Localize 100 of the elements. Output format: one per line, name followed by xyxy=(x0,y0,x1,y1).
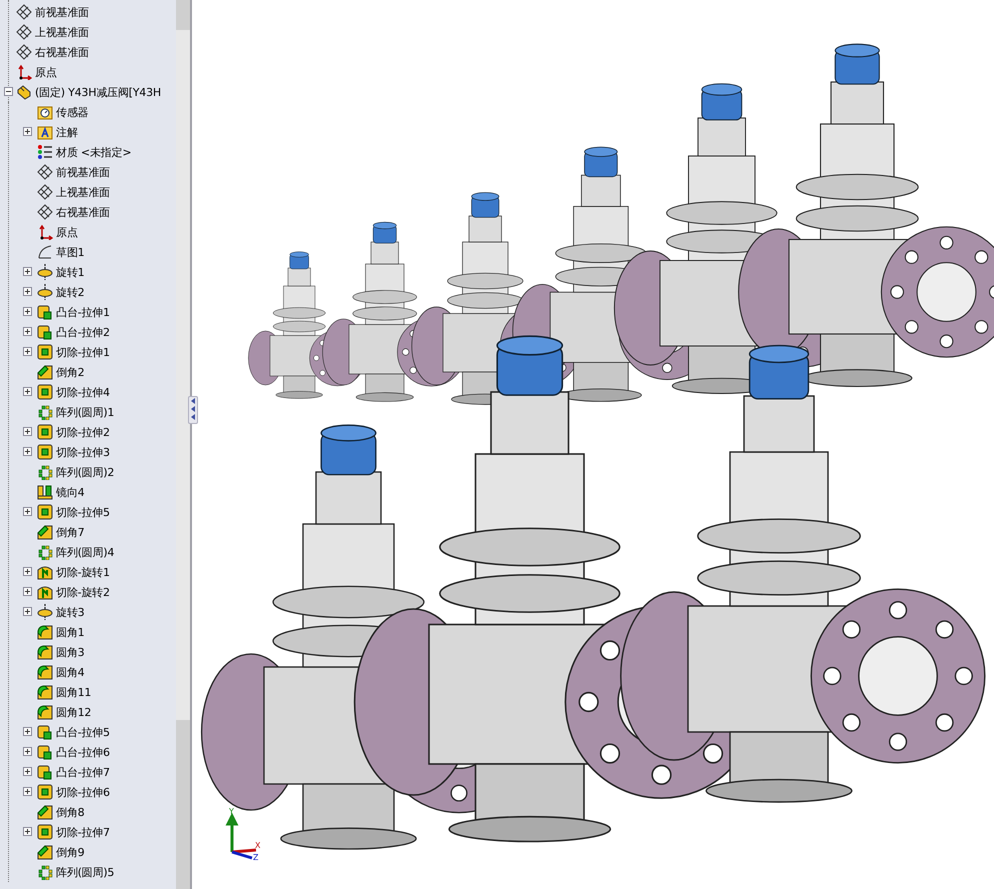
cut-extrude-icon xyxy=(37,504,53,520)
part-icon xyxy=(16,84,32,100)
boss-extrude-icon xyxy=(37,764,53,780)
cut-revolve-icon xyxy=(37,584,53,600)
tree-item-label[interactable]: 凸台-拉伸7 xyxy=(56,764,110,780)
tree-item-label[interactable]: 倒角8 xyxy=(56,804,84,820)
expand-toggle[interactable] xyxy=(23,747,32,756)
plane-icon xyxy=(16,4,32,20)
sketch-icon xyxy=(37,244,53,260)
expand-toggle[interactable] xyxy=(23,587,32,596)
expand-toggle[interactable] xyxy=(23,787,32,796)
plane-icon xyxy=(37,164,53,180)
material-icon xyxy=(37,144,53,160)
tree-item-label[interactable]: 凸台-拉伸2 xyxy=(56,324,110,340)
expand-toggle[interactable] xyxy=(23,287,32,296)
expand-toggle[interactable] xyxy=(23,347,32,356)
tree-item-label[interactable]: 阵列(圆周)4 xyxy=(56,544,114,560)
collapse-toggle[interactable] xyxy=(4,87,13,96)
tree-item-label[interactable]: 凸台-拉伸1 xyxy=(56,304,110,320)
expand-toggle[interactable] xyxy=(23,447,32,456)
plane-icon xyxy=(37,184,53,200)
tree-item-label[interactable]: 右视基准面 xyxy=(56,204,110,220)
tree-item-label[interactable]: 旋转3 xyxy=(56,604,84,620)
sensor-folder-icon xyxy=(37,104,53,120)
cut-extrude-icon xyxy=(37,444,53,460)
tree-item-label[interactable]: 切除-旋转2 xyxy=(56,584,110,600)
mirror-icon xyxy=(37,484,53,500)
tree-item-label[interactable]: 原点 xyxy=(56,224,78,240)
tree-item-label[interactable]: 镜向4 xyxy=(56,484,84,500)
expand-toggle[interactable] xyxy=(23,767,32,776)
revolve-icon xyxy=(37,284,53,300)
boss-extrude-icon xyxy=(37,744,53,760)
tree-item-label[interactable]: 圆角4 xyxy=(56,664,84,680)
tree-item-label[interactable]: 前视基准面 xyxy=(35,4,90,20)
panel-collapse-handle[interactable] xyxy=(188,396,198,424)
tree-item-label[interactable]: 圆角3 xyxy=(56,644,84,660)
cut-extrude-icon xyxy=(37,424,53,440)
origin-icon xyxy=(37,224,53,240)
tree-item-label[interactable]: 凸台-拉伸5 xyxy=(56,724,110,740)
tree-item-label[interactable]: 注解 xyxy=(56,124,78,140)
expand-toggle[interactable] xyxy=(23,507,32,516)
expand-toggle[interactable] xyxy=(23,567,32,576)
scrollbar[interactable] xyxy=(176,0,190,889)
tree-item-label[interactable]: 上视基准面 xyxy=(56,184,110,200)
tree-item-label[interactable]: 前视基准面 xyxy=(56,164,110,180)
tree-item-label[interactable]: 凸台-拉伸6 xyxy=(56,744,110,760)
plane-icon xyxy=(16,44,32,60)
tree-item-label[interactable]: 切除-拉伸3 xyxy=(56,444,110,460)
expand-toggle[interactable] xyxy=(23,427,32,436)
plane-icon xyxy=(37,204,53,220)
expand-toggle[interactable] xyxy=(23,307,32,316)
tree-item-label[interactable]: 材质 <未指定> xyxy=(56,144,132,160)
tree-item-label[interactable]: 切除-拉伸2 xyxy=(56,424,110,440)
plane-icon xyxy=(16,24,32,40)
circular-pattern-icon xyxy=(37,404,53,420)
expand-toggle[interactable] xyxy=(23,267,32,276)
tree-item-label[interactable]: 切除-旋转1 xyxy=(56,564,110,580)
chamfer-icon xyxy=(37,364,53,380)
tree-item-label[interactable]: 圆角1 xyxy=(56,624,84,640)
tree-item-label[interactable]: 切除-拉伸6 xyxy=(56,784,110,800)
annotation-folder-icon xyxy=(37,124,53,140)
tree-item-label[interactable]: 阵列(圆周)2 xyxy=(56,464,114,480)
tree-item-label[interactable]: 阵列(圆周)1 xyxy=(56,404,114,420)
tree-item-label[interactable]: (固定) Y43H减压阀[Y43H xyxy=(35,84,161,100)
expand-toggle[interactable] xyxy=(23,607,32,616)
tree-item-label[interactable]: 倒角9 xyxy=(56,844,84,860)
cut-extrude-icon xyxy=(37,384,53,400)
cut-extrude-icon xyxy=(37,344,53,360)
tree-item-label[interactable]: 草图1 xyxy=(56,244,84,260)
tree-item-label[interactable]: 右视基准面 xyxy=(35,44,90,60)
tree-item-label[interactable]: 切除-拉伸4 xyxy=(56,384,110,400)
tree-item-label[interactable]: 上视基准面 xyxy=(35,24,90,40)
revolve-icon xyxy=(37,604,53,620)
tree-item-label[interactable]: 切除-拉伸7 xyxy=(56,824,110,840)
fillet-icon xyxy=(37,644,53,660)
revolve-icon xyxy=(37,264,53,280)
tree-item-label[interactable]: 阵列(圆周)5 xyxy=(56,864,114,880)
tree-item-label[interactable]: 圆角12 xyxy=(56,704,92,720)
tree-item-label[interactable]: 旋转1 xyxy=(56,264,84,280)
fillet-icon xyxy=(37,684,53,700)
fillet-icon xyxy=(37,664,53,680)
expand-toggle[interactable] xyxy=(23,727,32,736)
expand-toggle[interactable] xyxy=(23,387,32,396)
tree-item-label[interactable]: 旋转2 xyxy=(56,284,84,300)
boss-extrude-icon xyxy=(37,724,53,740)
tree-item-label[interactable]: 切除-拉伸5 xyxy=(56,504,110,520)
chamfer-icon xyxy=(37,524,53,540)
tree-item-label[interactable]: 圆角11 xyxy=(56,684,92,700)
cut-revolve-icon xyxy=(37,564,53,580)
tree-item-label[interactable]: 传感器 xyxy=(56,104,88,120)
tree-item-label[interactable]: 倒角2 xyxy=(56,364,84,380)
expand-toggle[interactable] xyxy=(23,127,32,136)
tree-item-label[interactable]: 倒角7 xyxy=(56,524,84,540)
tree-item-label[interactable]: 切除-拉伸1 xyxy=(56,344,110,360)
tree-item-label[interactable]: 原点 xyxy=(35,64,57,80)
chamfer-icon xyxy=(37,804,53,820)
expand-toggle[interactable] xyxy=(23,327,32,336)
origin-icon xyxy=(16,64,32,80)
expand-toggle[interactable] xyxy=(23,827,32,836)
circular-pattern-icon xyxy=(37,464,53,480)
